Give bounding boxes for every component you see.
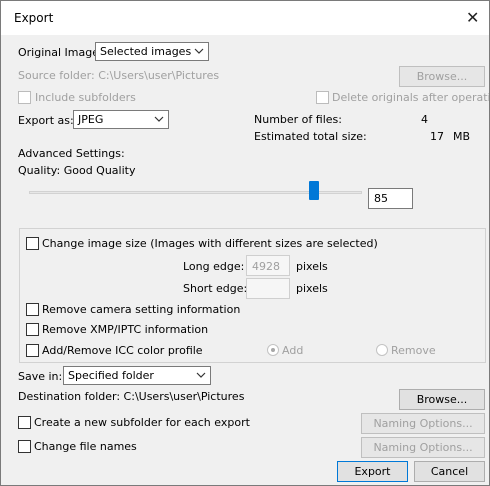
remove-camera-checkbox[interactable] [26, 303, 39, 316]
remove-xmp-label: Remove XMP/IPTC information [42, 323, 209, 336]
original-image-dropdown[interactable]: Selected images [95, 42, 209, 61]
delete-originals-label: Delete originals after operation [332, 91, 490, 104]
long-edge-label: Long edge: [183, 260, 245, 273]
subfolder-naming-options-button[interactable]: Naming Options... [361, 413, 485, 434]
export-dialog: Export ✕ Original Image: Selected images… [0, 0, 490, 486]
estimated-size-unit: MB [453, 130, 471, 143]
icc-profile-checkbox[interactable] [26, 344, 39, 357]
new-subfolder-checkbox[interactable] [18, 416, 31, 429]
original-image-value: Selected images [100, 45, 192, 58]
advanced-settings-heading: Advanced Settings: [18, 147, 125, 160]
estimated-size-value: 17 [430, 130, 444, 143]
quality-slider-thumb[interactable] [309, 181, 319, 200]
change-image-size-label: Change image size (Images with different… [42, 237, 378, 250]
icc-add-label: Add [282, 344, 304, 357]
save-in-dropdown[interactable]: Specified folder [63, 366, 211, 385]
export-format-dropdown[interactable]: JPEG [73, 110, 169, 129]
destination-folder-label: Destination folder: C:\Users\user\Pictur… [18, 390, 245, 403]
quality-label: Quality: Good Quality [18, 164, 136, 177]
long-edge-input[interactable]: 4928 [246, 255, 290, 276]
new-subfolder-label: Create a new subfolder for each export [34, 416, 250, 429]
original-image-label: Original Image: [18, 46, 103, 59]
quality-value-input[interactable]: 85 [368, 188, 413, 209]
short-edge-label: Short edge: [183, 282, 248, 295]
include-subfolders-label: Include subfolders [35, 91, 136, 104]
short-edge-unit: pixels [296, 282, 328, 295]
source-folder-label: Source folder: C:\Users\user\Pictures [18, 69, 220, 82]
icc-profile-label: Add/Remove ICC color profile [42, 344, 203, 357]
export-format-value: JPEG [78, 113, 104, 126]
export-as-label: Export as: [18, 114, 74, 127]
dialog-title: Export [14, 11, 54, 25]
radio-selected-dot [271, 348, 275, 352]
save-in-value: Specified folder [68, 369, 154, 382]
quality-value: 85 [374, 192, 388, 205]
remove-xmp-checkbox[interactable] [26, 323, 39, 336]
icc-add-radio[interactable] [267, 344, 279, 356]
delete-originals-checkbox[interactable] [316, 91, 329, 104]
title-bar [1, 1, 489, 35]
filename-naming-options-button[interactable]: Naming Options... [361, 437, 485, 458]
export-button[interactable]: Export [337, 461, 408, 482]
source-browse-button[interactable]: Browse... [399, 66, 485, 87]
change-file-names-label: Change file names [34, 440, 137, 453]
destination-browse-button[interactable]: Browse... [399, 389, 485, 410]
estimated-size-label: Estimated total size: [254, 130, 367, 143]
number-of-files-value: 4 [421, 113, 428, 126]
cancel-button[interactable]: Cancel [414, 461, 485, 482]
icc-remove-label: Remove [391, 344, 436, 357]
long-edge-value: 4928 [252, 260, 280, 273]
save-in-label: Save in: [18, 370, 63, 383]
short-edge-input[interactable] [246, 278, 290, 299]
change-file-names-checkbox[interactable] [18, 440, 31, 453]
chevron-down-icon [154, 116, 164, 122]
number-of-files-label: Number of files: [254, 113, 342, 126]
include-subfolders-checkbox[interactable] [18, 91, 31, 104]
close-icon[interactable]: ✕ [466, 8, 479, 27]
chevron-down-icon [194, 48, 204, 54]
chevron-down-icon [196, 372, 206, 378]
change-image-size-checkbox[interactable] [26, 237, 39, 250]
long-edge-unit: pixels [296, 260, 328, 273]
icc-remove-radio[interactable] [376, 344, 388, 356]
remove-camera-label: Remove camera setting information [42, 303, 241, 316]
